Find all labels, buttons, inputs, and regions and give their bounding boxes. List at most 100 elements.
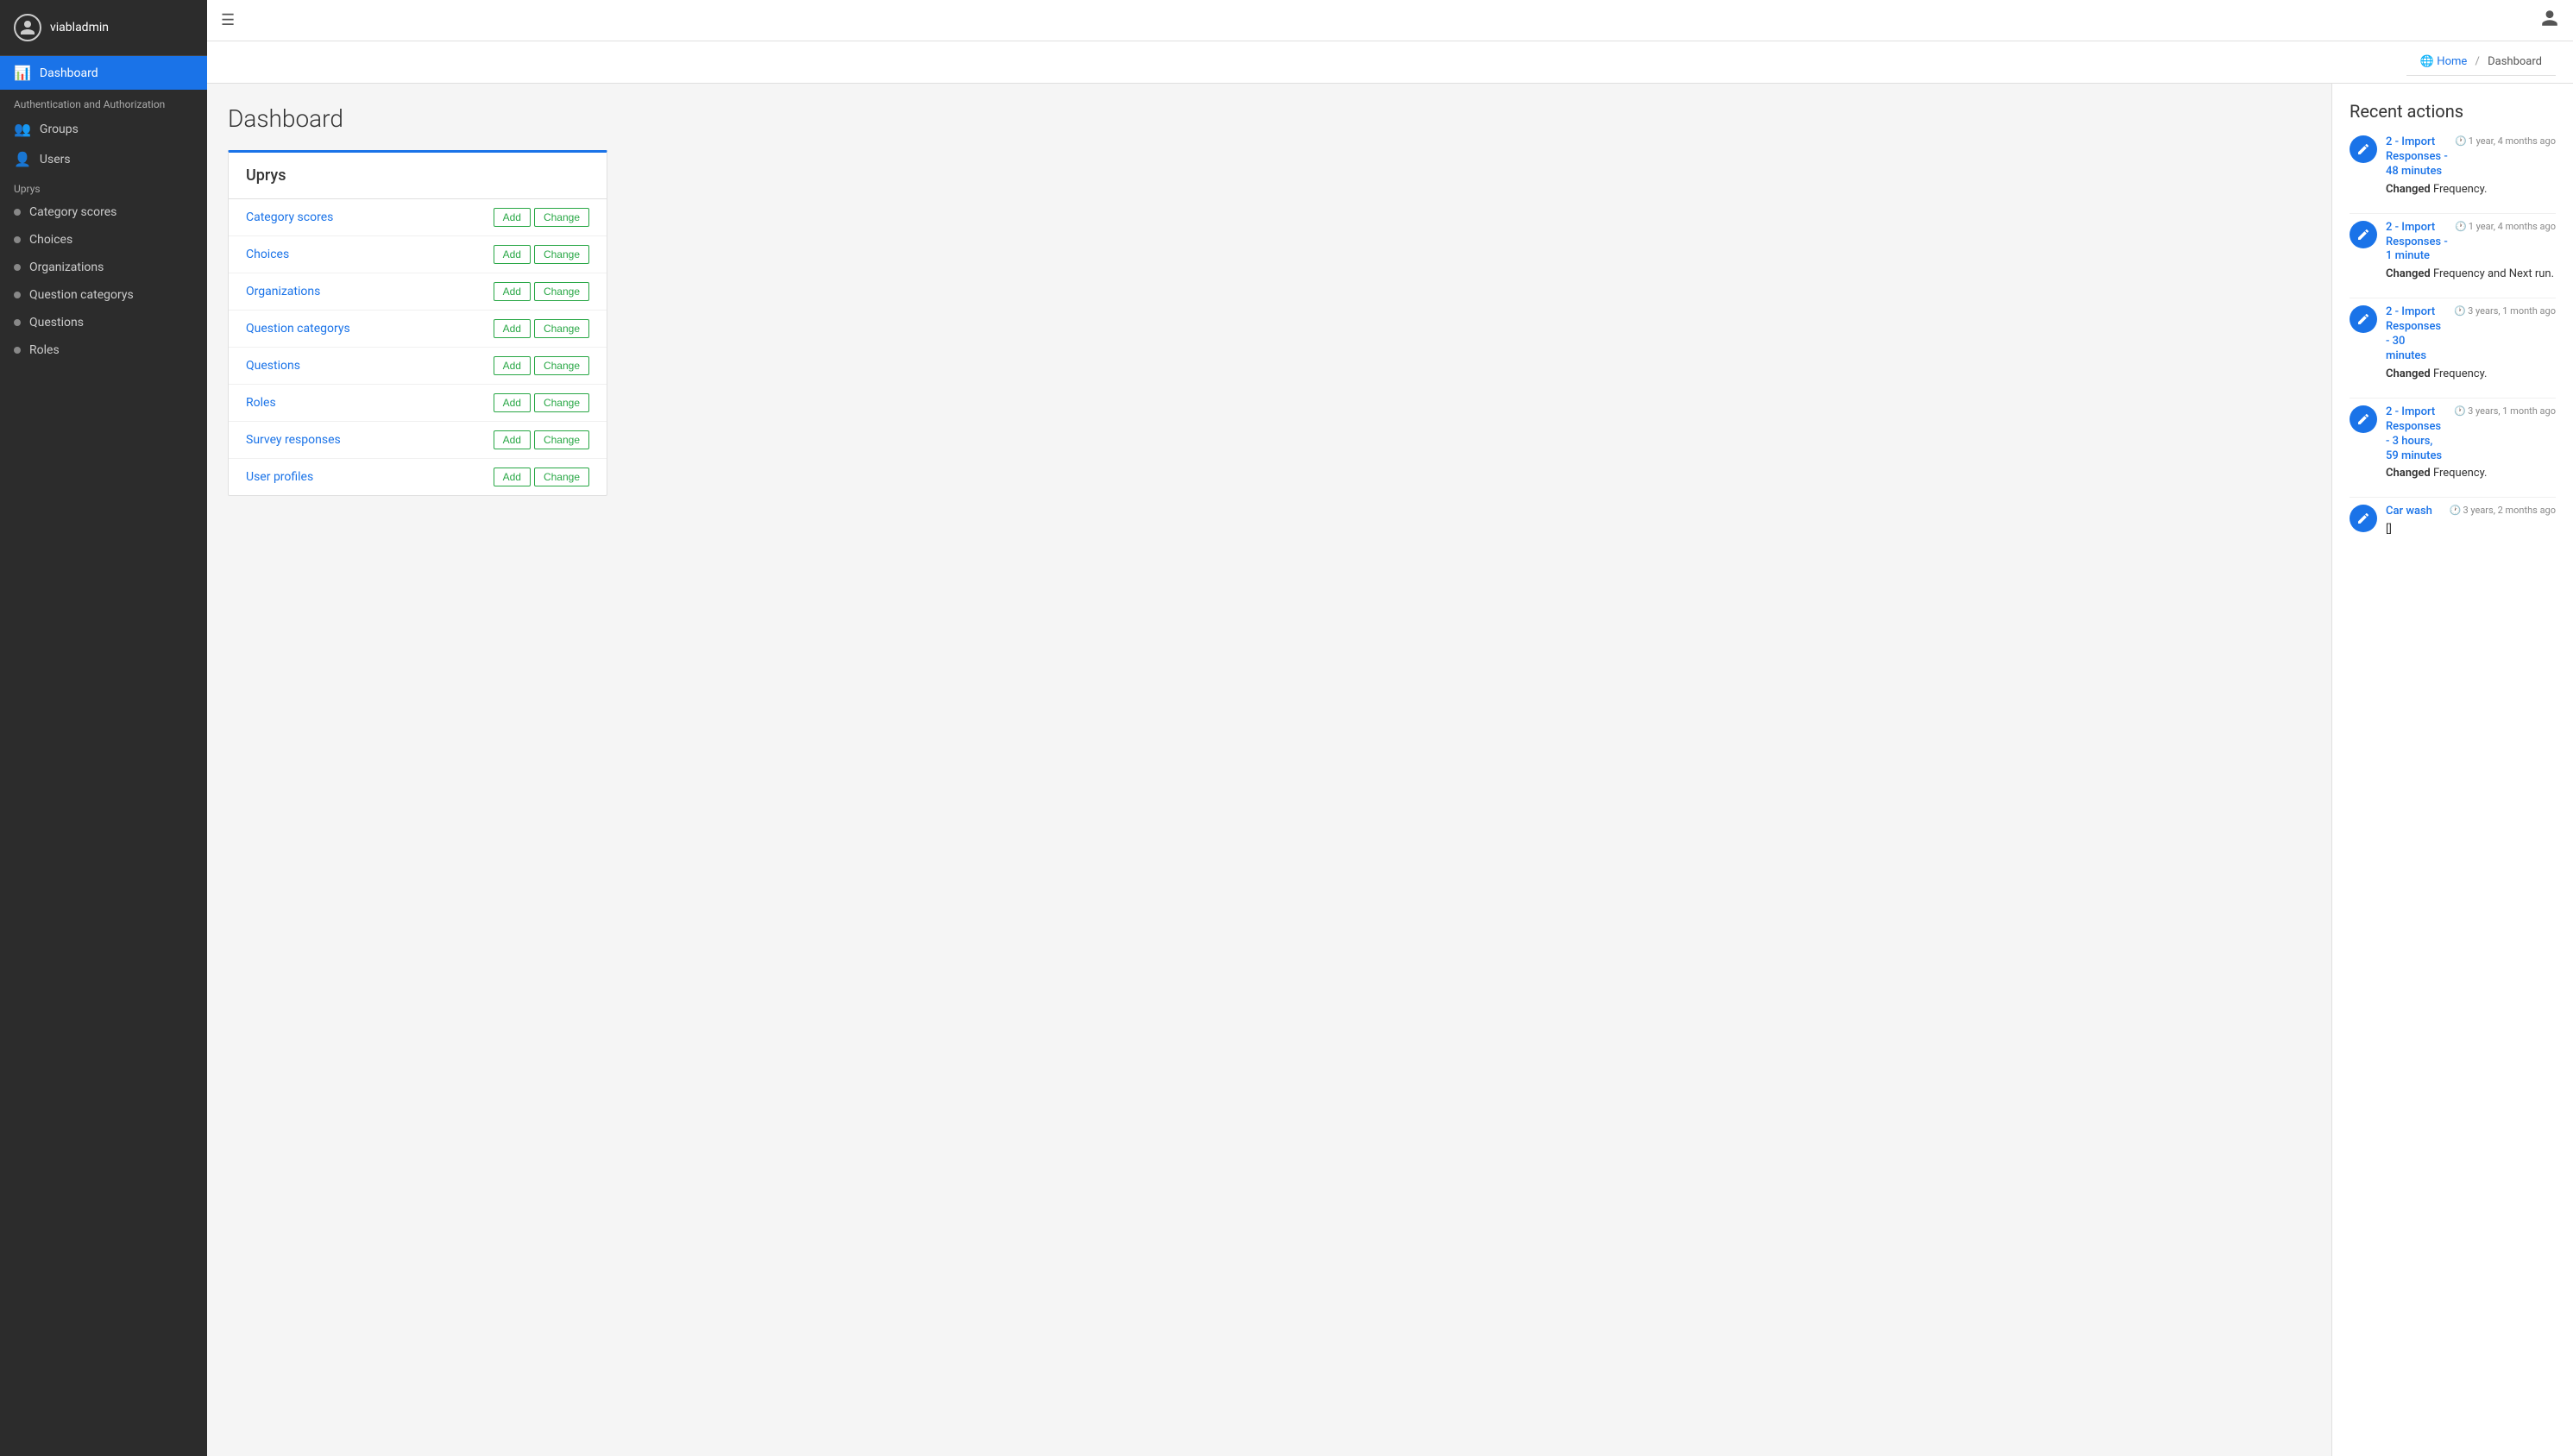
questions-add-button[interactable]: Add xyxy=(494,356,531,375)
action-content: 2 - Import Responses - 30 minutes 🕐 3 ye… xyxy=(2386,305,2556,380)
sidebar-item-organizations-label: Organizations xyxy=(29,260,104,274)
changed-label: Changed xyxy=(2386,467,2431,480)
organizations-add-button[interactable]: Add xyxy=(494,282,531,301)
action-link[interactable]: 2 - Import Responses - 30 minutes xyxy=(2386,305,2447,364)
topbar-left: ☰ xyxy=(221,11,235,29)
sidebar-item-groups[interactable]: 👥 Groups xyxy=(0,114,207,144)
category-scores-link[interactable]: Category scores xyxy=(246,210,494,224)
dot-icon xyxy=(14,209,21,216)
category-scores-actions: Add Change xyxy=(494,208,589,227)
category-scores-change-button[interactable]: Change xyxy=(534,208,589,227)
choices-link[interactable]: Choices xyxy=(246,248,494,261)
sidebar-item-organizations[interactable]: Organizations xyxy=(0,254,207,281)
action-link[interactable]: Car wash xyxy=(2386,505,2432,519)
table-row: Category scores Add Change xyxy=(229,199,607,236)
clock-icon: 🕐 xyxy=(2454,405,2466,417)
action-icon xyxy=(2350,305,2377,333)
sidebar-item-category-scores[interactable]: Category scores xyxy=(0,198,207,226)
sidebar-item-dashboard[interactable]: 📊 Dashboard xyxy=(0,56,207,90)
table-row: Question categorys Add Change xyxy=(229,311,607,348)
clock-icon: 🕐 xyxy=(2454,305,2466,317)
roles-add-button[interactable]: Add xyxy=(494,393,531,412)
choices-actions: Add Change xyxy=(494,245,589,264)
action-description: Frequency. xyxy=(2433,367,2488,380)
action-content: 2 - Import Responses - 3 hours, 59 minut… xyxy=(2386,405,2556,480)
users-icon: 👤 xyxy=(14,151,31,167)
content-body: Dashboard Uprys Category scores Add Chan… xyxy=(207,84,2573,1456)
organizations-change-button[interactable]: Change xyxy=(534,282,589,301)
user-profile-icon[interactable] xyxy=(2540,9,2559,32)
home-icon: 🌐 xyxy=(2420,55,2434,68)
sidebar-item-category-scores-label: Category scores xyxy=(29,205,116,219)
action-item: 2 - Import Responses - 1 minute 🕐 1 year… xyxy=(2350,221,2556,281)
sidebar-item-roles[interactable]: Roles xyxy=(0,336,207,364)
organizations-link[interactable]: Organizations xyxy=(246,285,494,298)
action-content: Car wash 🕐 3 years, 2 months ago [] xyxy=(2386,505,2556,536)
clock-icon: 🕐 xyxy=(2455,135,2467,147)
questions-actions: Add Change xyxy=(494,356,589,375)
choices-add-button[interactable]: Add xyxy=(494,245,531,264)
roles-link[interactable]: Roles xyxy=(246,396,494,410)
action-content: 2 - Import Responses - 1 minute 🕐 1 year… xyxy=(2386,221,2556,281)
table-row: Organizations Add Change xyxy=(229,273,607,311)
sidebar-item-choices-label: Choices xyxy=(29,233,72,247)
questions-link[interactable]: Questions xyxy=(246,359,494,373)
user-profiles-change-button[interactable]: Change xyxy=(534,468,589,486)
action-meta: 2 - Import Responses - 3 hours, 59 minut… xyxy=(2386,405,2556,464)
action-link[interactable]: 2 - Import Responses - 3 hours, 59 minut… xyxy=(2386,405,2447,464)
action-link[interactable]: 2 - Import Responses - 1 minute xyxy=(2386,221,2448,265)
action-time: 🕐 3 years, 1 month ago xyxy=(2454,305,2556,317)
action-link[interactable]: 2 - Import Responses - 48 minutes xyxy=(2386,135,2448,179)
avatar xyxy=(14,14,41,41)
user-profiles-add-button[interactable]: Add xyxy=(494,468,531,486)
sidebar-item-users-label: Users xyxy=(40,153,71,166)
user-profiles-actions: Add Change xyxy=(494,468,589,486)
action-meta: 2 - Import Responses - 48 minutes 🕐 1 ye… xyxy=(2386,135,2556,179)
action-desc: Changed Frequency. xyxy=(2386,467,2556,480)
clock-icon: 🕐 xyxy=(2455,221,2467,232)
organizations-actions: Add Change xyxy=(494,282,589,301)
survey-responses-link[interactable]: Survey responses xyxy=(246,433,494,447)
question-categorys-link[interactable]: Question categorys xyxy=(246,322,494,336)
survey-responses-change-button[interactable]: Change xyxy=(534,430,589,449)
breadcrumb-row: 🌐 Home / Dashboard xyxy=(207,41,2573,84)
hamburger-icon[interactable]: ☰ xyxy=(221,11,235,29)
sidebar-item-dashboard-label: Dashboard xyxy=(40,66,98,80)
sidebar-item-questions-label: Questions xyxy=(29,316,84,329)
sidebar: viabladmin 📊 Dashboard Authentication an… xyxy=(0,0,207,1456)
action-description: Frequency. xyxy=(2433,183,2488,196)
action-desc: Changed Frequency. xyxy=(2386,367,2556,380)
sidebar-item-question-categorys[interactable]: Question categorys xyxy=(0,281,207,309)
roles-change-button[interactable]: Change xyxy=(534,393,589,412)
choices-change-button[interactable]: Change xyxy=(534,245,589,264)
action-item: 2 - Import Responses - 30 minutes 🕐 3 ye… xyxy=(2350,305,2556,380)
sidebar-item-choices[interactable]: Choices xyxy=(0,226,207,254)
breadcrumb-home-link[interactable]: 🌐 Home xyxy=(2420,55,2470,68)
action-time: 🕐 3 years, 2 months ago xyxy=(2450,505,2556,516)
sidebar-item-groups-label: Groups xyxy=(40,122,79,136)
questions-change-button[interactable]: Change xyxy=(534,356,589,375)
survey-responses-add-button[interactable]: Add xyxy=(494,430,531,449)
category-scores-add-button[interactable]: Add xyxy=(494,208,531,227)
changed-label: Changed xyxy=(2386,367,2431,380)
table-row: Roles Add Change xyxy=(229,385,607,422)
action-icon xyxy=(2350,135,2377,163)
dashboard-area: Dashboard Uprys Category scores Add Chan… xyxy=(207,84,2331,1456)
question-categorys-actions: Add Change xyxy=(494,319,589,338)
action-desc: Changed Frequency. xyxy=(2386,183,2556,196)
dot-icon xyxy=(14,236,21,243)
question-categorys-change-button[interactable]: Change xyxy=(534,319,589,338)
sidebar-section-uprys: Uprys xyxy=(0,174,207,198)
dot-icon xyxy=(14,347,21,354)
table-row: User profiles Add Change xyxy=(229,459,607,495)
action-icon xyxy=(2350,405,2377,433)
topbar-right xyxy=(2540,9,2559,32)
recent-actions-title: Recent actions xyxy=(2350,101,2556,122)
sidebar-item-questions[interactable]: Questions xyxy=(0,309,207,336)
uprys-card-heading: Uprys xyxy=(229,153,607,199)
question-categorys-add-button[interactable]: Add xyxy=(494,319,531,338)
user-profiles-link[interactable]: User profiles xyxy=(246,470,494,484)
recent-actions-panel: Recent actions 2 - Import Responses - 48… xyxy=(2331,84,2573,1456)
breadcrumb-separator: / xyxy=(2475,55,2480,68)
sidebar-item-users[interactable]: 👤 Users xyxy=(0,144,207,174)
